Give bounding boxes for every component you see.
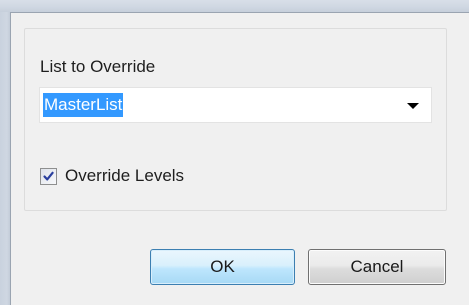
list-to-override-dropdown[interactable]: MasterList bbox=[39, 87, 432, 123]
window-frame-top bbox=[0, 0, 469, 12]
selected-list-value: MasterList bbox=[43, 93, 124, 117]
window-frame-left bbox=[0, 12, 10, 305]
chevron-down-icon[interactable] bbox=[407, 103, 419, 109]
checkmark-icon bbox=[43, 171, 54, 181]
cancel-button[interactable]: Cancel bbox=[308, 249, 446, 285]
override-levels-label[interactable]: Override Levels bbox=[65, 166, 184, 186]
override-levels-checkbox[interactable] bbox=[40, 168, 57, 185]
ok-button[interactable]: OK bbox=[150, 249, 295, 285]
list-to-override-label: List to Override bbox=[40, 57, 156, 76]
